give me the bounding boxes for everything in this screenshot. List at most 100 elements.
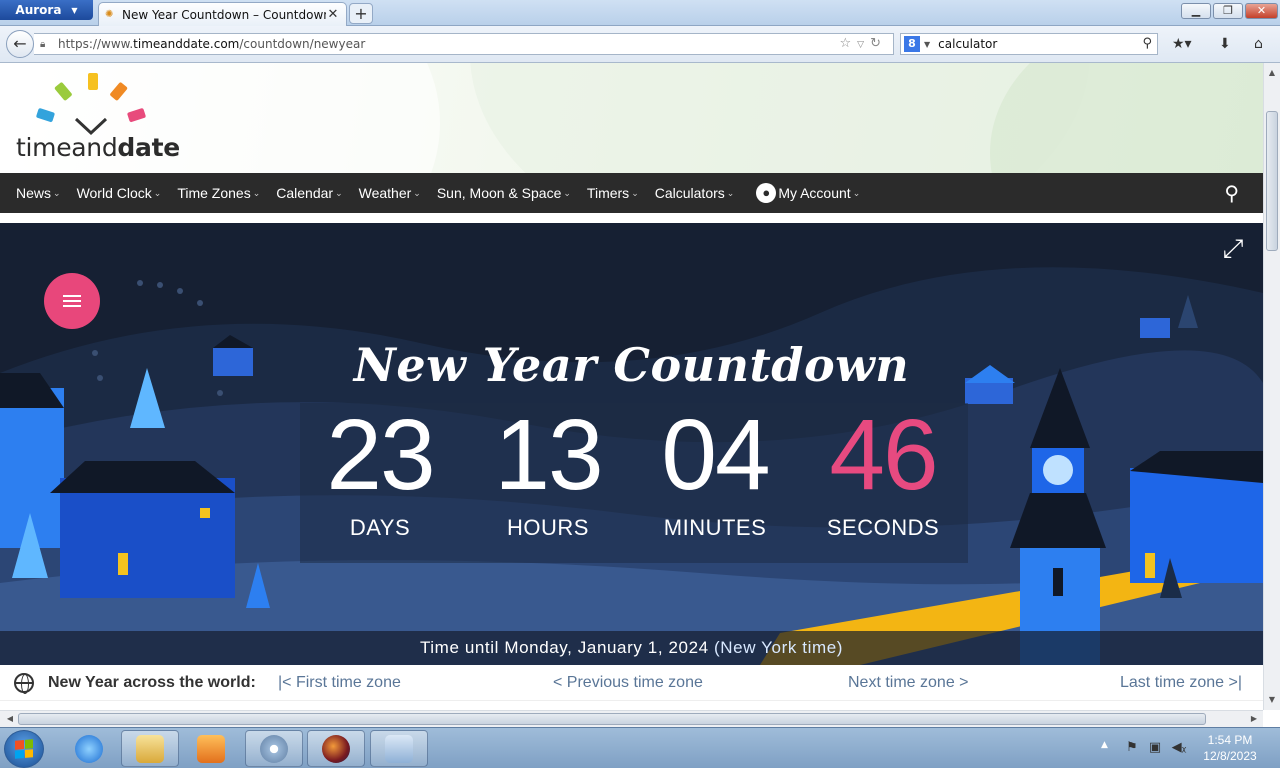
restore-button[interactable]: ❐ bbox=[1213, 3, 1243, 19]
minutes-label: MINUTES bbox=[663, 515, 767, 540]
start-button[interactable] bbox=[4, 730, 44, 768]
taskbar-clock[interactable]: 1:54 PM 12/8/2023 bbox=[1190, 732, 1270, 764]
search-icon[interactable]: ⚲ bbox=[1142, 36, 1152, 51]
url-bar[interactable]: 🔒︎ https://www. timeanddate.com/countdown… bbox=[34, 33, 894, 55]
network-icon[interactable]: ▣ bbox=[1147, 740, 1163, 756]
horizontal-scroll-thumb[interactable] bbox=[18, 713, 1206, 725]
download-icon[interactable]: ⬇ bbox=[1219, 36, 1231, 52]
scroll-down-icon[interactable]: ▼ bbox=[1264, 692, 1280, 708]
vertical-scrollbar[interactable]: ▲ ▼ bbox=[1263, 63, 1280, 710]
days-value: 23 bbox=[326, 399, 435, 511]
aurora-browser-icon bbox=[322, 734, 350, 763]
globe-icon bbox=[14, 673, 34, 694]
taskbar-media-player[interactable] bbox=[182, 730, 240, 767]
taskbar-ie[interactable] bbox=[60, 730, 118, 767]
url-domain: timeanddate.com bbox=[133, 37, 240, 51]
scroll-up-icon[interactable]: ▲ bbox=[1264, 65, 1280, 81]
close-window-button[interactable]: ✕ bbox=[1245, 3, 1278, 19]
hours-value: 13 bbox=[494, 399, 603, 511]
scroll-left-icon[interactable]: ◀ bbox=[2, 711, 18, 727]
nav-world-clock[interactable]: World Clock ⌄ bbox=[69, 173, 170, 213]
countdown-seconds: 46 SECONDS bbox=[808, 405, 958, 541]
countdown-title: New Year Countdown bbox=[353, 338, 910, 392]
browser-nav-bar: 🔒︎ https://www. timeanddate.com/countdown… bbox=[0, 26, 1280, 63]
main-nav: News ⌄ World Clock ⌄ Time Zones ⌄ Calendar ⌄… bbox=[0, 173, 1263, 213]
nav-my-account[interactable]: ● My Account ⌄ bbox=[748, 173, 868, 213]
chevron-down-icon: ⌄ bbox=[726, 187, 735, 198]
nav-timers[interactable]: Timers ⌄ bbox=[579, 173, 647, 213]
previous-timezone-link[interactable]: < Previous time zone bbox=[553, 674, 703, 692]
windows-logo-icon bbox=[15, 739, 33, 759]
tab-title: New Year Countdown – Countdown to ... bbox=[122, 7, 326, 22]
target-timezone: (New York time) bbox=[714, 638, 844, 657]
minimize-button[interactable]: ▁ bbox=[1181, 3, 1211, 19]
nav-sun-moon-space[interactable]: Sun, Moon & Space ⌄ bbox=[429, 173, 579, 213]
windows-taskbar: ▲ ⚑ ▣ ◀ᵪ 1:54 PM 12/8/2023 bbox=[0, 727, 1280, 768]
back-arrow-icon: ← bbox=[13, 34, 27, 53]
home-icon[interactable]: ⌂ bbox=[1254, 36, 1263, 52]
nav-divider bbox=[0, 213, 1263, 223]
nav-calendar[interactable]: Calendar ⌄ bbox=[268, 173, 350, 213]
countdown-hero: ⤢ New Year Countdown 23 DAYS 13 HOURS 04… bbox=[0, 223, 1263, 665]
dropdown-icon[interactable]: ▽ bbox=[857, 40, 870, 50]
site-search-icon[interactable]: ⚲ bbox=[1224, 181, 1239, 205]
engine-dropdown-icon[interactable]: ▼ bbox=[924, 40, 930, 49]
last-timezone-link[interactable]: Last time zone >| bbox=[1120, 674, 1242, 692]
chevron-down-icon: ⌄ bbox=[252, 187, 261, 198]
reload-icon[interactable]: ↻ bbox=[870, 36, 887, 51]
volume-muted-icon[interactable]: ◀ᵪ bbox=[1171, 740, 1187, 756]
chevron-down-icon: ⌄ bbox=[852, 187, 861, 198]
horizontal-scrollbar[interactable]: ◀ ▶ bbox=[0, 710, 1263, 727]
taskbar-control-panel[interactable] bbox=[370, 730, 428, 767]
chevron-down-icon: ▼ bbox=[71, 5, 78, 15]
taskbar-chrome[interactable] bbox=[245, 730, 303, 767]
url-path: /countdown/newyear bbox=[239, 37, 366, 51]
search-bar[interactable]: 8 ▼ calculator ⚲ bbox=[900, 33, 1158, 55]
app-menu-label: Aurora bbox=[15, 3, 62, 17]
internet-explorer-icon bbox=[75, 734, 103, 763]
hamburger-menu-button[interactable] bbox=[44, 273, 100, 329]
action-center-icon[interactable]: ⚑ bbox=[1124, 740, 1140, 756]
world-row-title: New Year across the world: bbox=[48, 674, 256, 691]
show-hidden-icons[interactable]: ▲ bbox=[1101, 740, 1108, 750]
seconds-label: SECONDS bbox=[826, 515, 940, 540]
site-header: timeanddate bbox=[0, 63, 1263, 173]
first-timezone-link[interactable]: |< First time zone bbox=[278, 674, 401, 692]
bookmarks-icon[interactable]: ★▾ bbox=[1172, 36, 1192, 52]
nav-news[interactable]: News ⌄ bbox=[8, 173, 69, 213]
countdown-minutes: 04 MINUTES bbox=[640, 405, 790, 541]
clock-time: 1:54 PM bbox=[1207, 733, 1253, 747]
world-timezone-nav: New Year across the world: |< First time… bbox=[0, 665, 1263, 701]
nav-weather[interactable]: Weather ⌄ bbox=[351, 173, 429, 213]
site-logo-text[interactable]: timeanddate bbox=[16, 133, 180, 162]
favicon-icon: ✺ bbox=[105, 8, 114, 20]
next-timezone-link[interactable]: Next time zone > bbox=[848, 674, 969, 692]
hamburger-icon bbox=[63, 300, 81, 302]
folder-icon bbox=[136, 734, 164, 763]
fullscreen-icon[interactable]: ⤢ bbox=[1219, 235, 1247, 263]
web-page: timeanddate News ⌄ World Clock ⌄ Time Zone… bbox=[0, 63, 1263, 710]
new-tab-button[interactable]: + bbox=[349, 3, 373, 24]
chevron-down-icon: ⌄ bbox=[631, 187, 639, 198]
nav-time-zones[interactable]: Time Zones ⌄ bbox=[169, 173, 268, 213]
countdown-target-text: Time until Monday, January 1, 2024 (New … bbox=[0, 631, 1263, 665]
media-player-icon bbox=[197, 734, 225, 763]
close-tab-icon[interactable]: ✕ bbox=[326, 7, 340, 22]
scroll-right-icon[interactable]: ▶ bbox=[1246, 711, 1262, 727]
taskbar-aurora[interactable] bbox=[307, 730, 365, 767]
browser-tab[interactable]: ✺ New Year Countdown – Countdown to ... … bbox=[98, 2, 347, 26]
nav-calculators[interactable]: Calculators ⌄ bbox=[647, 173, 743, 213]
chevron-down-icon: ⌄ bbox=[335, 187, 343, 198]
star-icon[interactable]: ☆ bbox=[840, 36, 858, 51]
account-icon: ● bbox=[756, 183, 777, 203]
search-input[interactable]: calculator bbox=[938, 37, 997, 51]
taskbar-explorer[interactable] bbox=[121, 730, 179, 767]
vertical-scroll-thumb[interactable] bbox=[1266, 111, 1278, 251]
search-engine-icon[interactable]: 8 bbox=[904, 36, 920, 52]
url-prefix: https://www. bbox=[58, 37, 134, 51]
back-button[interactable]: ← bbox=[6, 30, 34, 58]
clock-date: 12/8/2023 bbox=[1203, 749, 1257, 763]
days-label: DAYS bbox=[349, 515, 411, 540]
chrome-icon bbox=[260, 734, 288, 763]
app-menu-button[interactable]: Aurora ▼ bbox=[0, 0, 93, 20]
